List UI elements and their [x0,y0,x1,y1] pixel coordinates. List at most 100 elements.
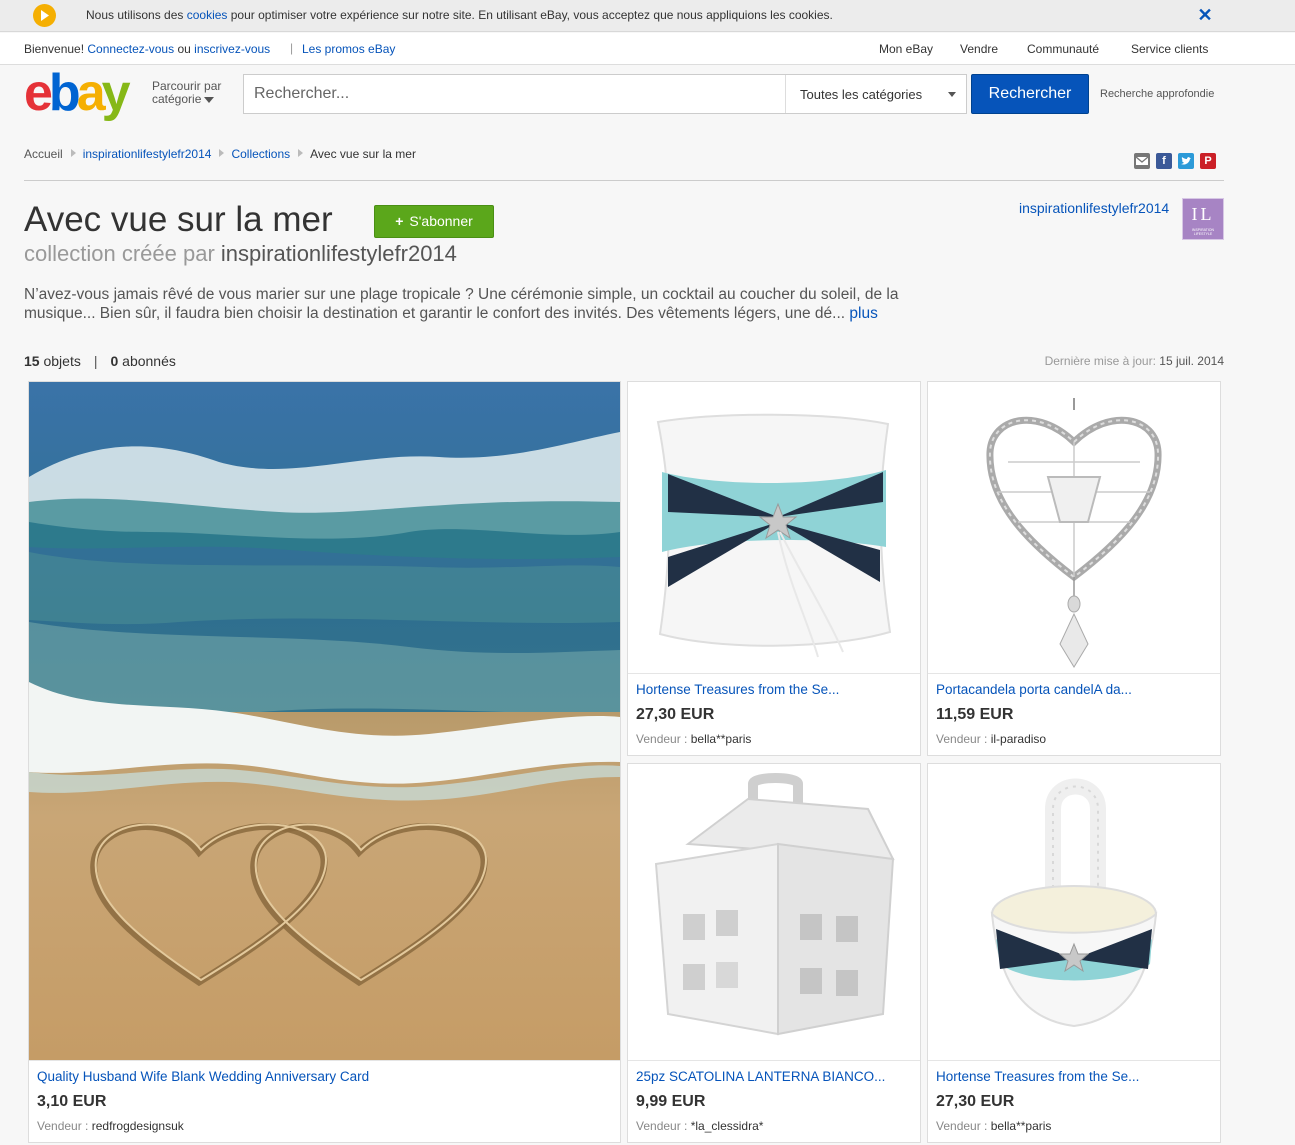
seller-name: bella**paris [990,1119,1052,1133]
cookie-banner: Nous utilisons des cookies pour optimise… [0,0,1295,32]
welcome-message: Bienvenue! Connectez-vous ou inscrivez-v… [24,42,270,56]
item-price: 9,99 EUR [636,1093,706,1110]
avatar-letters: IL [1191,204,1215,224]
list-item[interactable]: Quality Husband Wife Blank Wedding Anniv… [28,381,621,1143]
plus-icon: + [395,213,404,229]
list-item[interactable]: 25pz SCATOLINA LANTERNA BIANCO... 9,99 E… [627,763,921,1143]
search-button[interactable]: Rechercher [971,74,1089,114]
info-flag-icon [33,4,56,27]
sign-in-link[interactable]: Connectez-vous [87,42,174,56]
last-updated: Dernière mise à jour: 15 juil. 2014 [1045,354,1224,368]
register-link[interactable]: inscrivez-vous [194,42,270,56]
breadcrumb: Accueil inspirationlifestylefr2014 Collect… [24,147,416,161]
logo-letter-a: a [76,64,106,122]
close-icon[interactable]: ✕ [1196,6,1214,24]
category-select[interactable]: Toutes les catégories [785,75,967,113]
search-bar: Toutes les catégories [243,74,967,114]
community-link[interactable]: Communauté [1027,42,1099,56]
help-link[interactable]: Service clients [1131,42,1208,56]
item-title-link[interactable]: Hortense Treasures from the Se... [636,682,912,697]
item-image-beach-hearts[interactable] [29,382,620,1060]
item-title-link[interactable]: Quality Husband Wife Blank Wedding Anniv… [37,1069,612,1084]
item-seller: Vendeur : bella**paris [936,1119,1051,1133]
owner-profile-link[interactable]: inspirationlifestylefr2014 [1019,200,1169,216]
header-divider [24,180,1224,181]
breadcrumb-arrow-icon [70,149,76,157]
list-item[interactable]: Portacandela porta candelA da... 11,59 E… [927,381,1221,756]
breadcrumb-home[interactable]: Accueil [24,147,63,161]
seller-label: Vendeur : [37,1119,89,1133]
search-input[interactable] [244,75,784,113]
global-header: Bienvenue! Connectez-vous ou inscrivez-v… [0,33,1295,65]
follow-button[interactable]: + S'abonner [374,205,494,238]
items-label: objets [43,353,81,369]
browse-by-category-button[interactable]: Parcourir par catégorie [152,80,221,106]
facebook-icon[interactable]: f [1156,153,1172,169]
tile-divider [628,1060,920,1061]
seller-label: Vendeur : [636,1119,688,1133]
seller-label: Vendeur : [936,1119,988,1133]
item-title-link[interactable]: Portacandela porta candelA da... [936,682,1212,697]
follow-button-label: S'abonner [409,213,473,229]
item-image-ring-pillow[interactable] [628,382,920,673]
logo-letter-e: e [24,64,53,122]
nav-divider: | [290,41,294,55]
chevron-down-icon [204,96,215,103]
browse-label-line2: catégorie [152,92,202,106]
collection-stats: 15 objets | 0 abonnés [24,353,176,369]
sell-link[interactable]: Vendre [960,42,998,56]
seller-name: *la_clessidra* [690,1119,764,1133]
tile-divider [928,673,1220,674]
avatar[interactable]: IL INSPIRATION LIFESTYLE [1182,198,1224,240]
cookies-link[interactable]: cookies [187,8,228,22]
cookie-message: Nous utilisons des cookies pour optimise… [86,8,833,22]
promos-link[interactable]: Les promos eBay [302,42,395,56]
my-ebay-link[interactable]: Mon eBay [879,42,933,56]
page-title: Avec vue sur la mer [24,200,333,239]
item-count: 15 [24,353,40,369]
breadcrumb-arrow-icon [219,149,225,157]
created-by-text: collection créée par [24,241,221,266]
item-price: 11,59 EUR [936,706,1014,723]
item-price: 27,30 EUR [636,706,715,723]
seller-name: redfrogdesignsuk [91,1119,184,1133]
stats-divider: | [93,353,98,369]
category-select-value: Toutes les catégories [800,87,923,102]
breadcrumb-current: Avec vue sur la mer [310,147,416,161]
breadcrumb-user[interactable]: inspirationlifestylefr2014 [83,147,212,161]
item-seller: Vendeur : *la_clessidra* [636,1119,763,1133]
cookie-text-after: pour optimiser votre expérience sur notr… [227,8,833,22]
follower-count: 0 [110,353,119,369]
item-image-heart-candle[interactable] [928,382,1220,673]
seller-name: il-paradiso [990,732,1047,746]
breadcrumb-arrow-icon [298,149,304,157]
welcome-text: Bienvenue! [24,42,85,56]
email-share-icon[interactable] [1134,153,1150,169]
item-price: 3,10 EUR [37,1093,107,1110]
more-link[interactable]: plus [849,305,877,322]
logo-letter-b: b [48,64,81,122]
list-item[interactable]: Hortense Treasures from the Se... 27,30 … [627,381,921,756]
list-item[interactable]: Hortense Treasures from the Se... 27,30 … [927,763,1221,1143]
seller-name: bella**paris [690,732,752,746]
item-title-link[interactable]: 25pz SCATOLINA LANTERNA BIANCO... [636,1069,912,1084]
item-price: 27,30 EUR [936,1093,1015,1110]
item-seller: Vendeur : redfrogdesignsuk [37,1119,184,1133]
description-text: N’avez-vous jamais rêvé de vous marier s… [24,286,899,322]
advanced-search-link[interactable]: Recherche approfondie [1100,88,1214,100]
cookie-text-before: Nous utilisons des [86,8,187,22]
logo-letter-y: y [101,64,131,122]
avatar-caption: INSPIRATION LIFESTYLE [1191,228,1215,236]
seller-label: Vendeur : [636,732,688,746]
followers-label: abonnés [122,353,176,369]
pinterest-icon[interactable]: P [1200,153,1216,169]
or-text: ou [177,42,191,56]
seller-label: Vendeur : [936,732,988,746]
item-image-flower-basket[interactable] [928,764,1220,1060]
ebay-logo[interactable]: ebay [24,67,144,119]
tile-divider [29,1060,620,1061]
item-title-link[interactable]: Hortense Treasures from the Se... [936,1069,1212,1084]
item-image-lantern-box[interactable] [628,764,920,1060]
breadcrumb-collections[interactable]: Collections [231,147,290,161]
twitter-icon[interactable] [1178,153,1194,169]
